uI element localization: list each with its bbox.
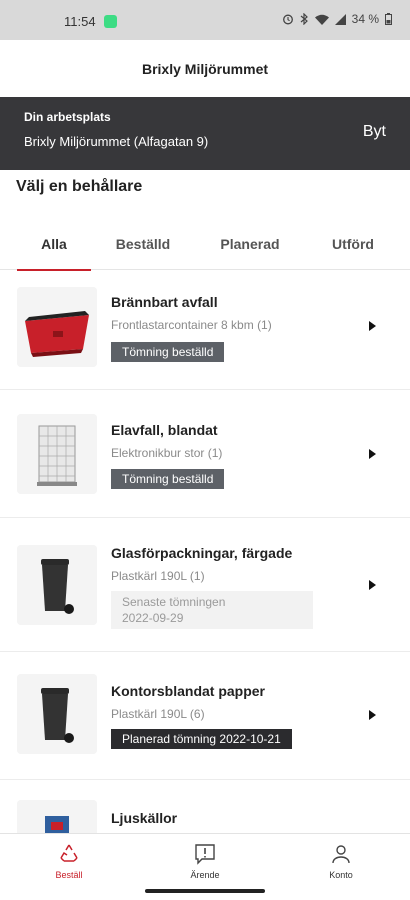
tab-label: Beställd — [115, 236, 171, 252]
planned-badge: Planerad tömning 2022-10-21 — [111, 729, 292, 749]
container-image — [17, 287, 97, 367]
app-bar: Brixly Miljörummet — [0, 40, 410, 97]
signal-icon — [334, 13, 346, 25]
tab-label: Planerad — [220, 236, 280, 252]
workplace-label: Din arbetsplats — [24, 110, 111, 124]
list-item[interactable]: Elavfall, blandat Elektronikbur stor (1)… — [0, 390, 410, 518]
item-title: Glasförpackningar, färgade — [111, 545, 293, 561]
last-emptied-label: Senaste tömningen — [122, 595, 226, 609]
last-emptied-status: Senaste tömningen 2022-09-29 — [111, 591, 313, 629]
list-item[interactable]: Brännbart avfall Frontlastarcontainer 8 … — [0, 270, 410, 390]
user-icon — [332, 845, 350, 864]
tab-all[interactable]: Alla — [17, 218, 91, 271]
wire-cage-image — [17, 414, 97, 494]
container-image — [17, 545, 97, 625]
item-title: Brännbart avfall — [111, 294, 218, 310]
container-image — [17, 414, 97, 494]
recycle-icon — [60, 844, 78, 862]
item-subtitle: Elektronikbur stor (1) — [111, 446, 223, 460]
alarm-icon — [282, 14, 293, 25]
wheelie-bin-image — [17, 545, 97, 625]
list-item[interactable]: Kontorsblandat papper Plastkärl 190L (6)… — [0, 652, 410, 780]
list-item[interactable]: Ljuskällor — [0, 780, 410, 880]
message-alert-icon — [195, 844, 215, 865]
item-subtitle: Plastkärl 190L (1) — [111, 569, 205, 583]
status-badge: Tömning beställd — [111, 342, 225, 362]
nav-label: Konto — [329, 870, 353, 880]
app-notification-icon — [104, 15, 117, 28]
item-title: Ljuskällor — [111, 810, 178, 826]
chevron-right-icon — [369, 321, 376, 331]
chevron-right-icon — [369, 710, 376, 720]
nav-label: Beställ — [55, 870, 83, 880]
list-item[interactable]: Glasförpackningar, färgade Plastkärl 190… — [0, 518, 410, 652]
item-title: Kontorsblandat papper — [111, 683, 266, 699]
workplace-banner: Din arbetsplats Brixly Miljörummet (Alfa… — [0, 97, 410, 170]
battery-level: 34 % — [351, 12, 379, 26]
tab-label: Alla — [41, 236, 67, 252]
bluetooth-icon — [300, 13, 308, 25]
filter-tabs: Alla Beställd Planerad Utförd — [0, 218, 410, 271]
tab-ordered[interactable]: Beställd — [104, 218, 182, 270]
nav-order[interactable]: Beställ — [1, 834, 137, 894]
red-container-image — [17, 287, 97, 367]
status-bar: 11:54 34 % — [0, 0, 410, 40]
status-badge: Tömning beställd — [111, 469, 225, 489]
wheelie-bin-image — [17, 674, 97, 754]
tab-planned[interactable]: Planerad — [206, 218, 294, 270]
status-icons: 34 % — [282, 12, 392, 26]
tab-label: Utförd — [332, 236, 374, 252]
container-image — [17, 674, 97, 754]
nav-label: Ärende — [190, 870, 220, 880]
home-indicator[interactable] — [145, 889, 265, 893]
nav-case[interactable]: Ärende — [137, 834, 273, 894]
battery-icon — [385, 13, 392, 25]
workplace-value: Brixly Miljörummet (Alfagatan 9) — [24, 134, 209, 149]
page-title: Brixly Miljörummet — [141, 60, 269, 77]
nav-account[interactable]: Konto — [273, 834, 409, 894]
item-subtitle: Plastkärl 190L (6) — [111, 707, 205, 721]
tab-completed[interactable]: Utförd — [318, 218, 388, 270]
chevron-right-icon — [369, 449, 376, 459]
last-emptied-date: 2022-09-29 — [122, 611, 184, 625]
change-workplace-button[interactable]: Byt — [363, 123, 386, 141]
section-title: Välj en behållare — [16, 178, 143, 195]
status-time: 11:54 — [64, 14, 96, 29]
chevron-right-icon — [369, 580, 376, 590]
wifi-icon — [314, 14, 329, 25]
item-subtitle: Frontlastarcontainer 8 kbm (1) — [111, 318, 272, 332]
item-title: Elavfall, blandat — [111, 422, 218, 438]
